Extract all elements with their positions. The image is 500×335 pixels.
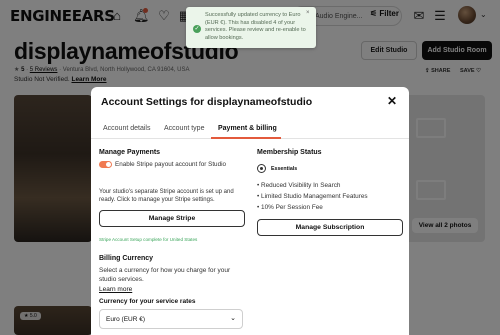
chevron-down-icon: ⌄ bbox=[230, 315, 236, 322]
success-toast: ✓ Successfully updated currency to Euro … bbox=[186, 7, 316, 48]
currency-select-label: Currency for your service rates bbox=[99, 298, 196, 305]
manage-subscription-button[interactable]: Manage Subscription bbox=[257, 219, 403, 236]
stripe-setup-status: Stripe Account Setup complete for United… bbox=[99, 237, 198, 242]
manage-payments-heading: Manage Payments bbox=[99, 149, 161, 156]
settings-tabs: Account details Account type Payment & b… bbox=[91, 121, 409, 139]
billing-currency-heading: Billing Currency bbox=[99, 255, 154, 262]
tab-account-type[interactable]: Account type bbox=[164, 125, 204, 132]
toast-message: Successfully updated currency to Euro (E… bbox=[205, 12, 306, 41]
membership-feature-item: • 10% Per Session Fee bbox=[257, 204, 323, 211]
membership-feature-item: • Reduced Visibility In Search bbox=[257, 182, 341, 189]
membership-feature-text: 10% Per Session Fee bbox=[261, 204, 323, 211]
billing-currency-description: Select a currency for how you charge for… bbox=[99, 267, 231, 283]
close-icon[interactable]: ✕ bbox=[385, 94, 399, 108]
account-settings-modal: Account Settings for displaynameofstudio… bbox=[91, 87, 409, 335]
currency-select[interactable]: Euro (EUR €) ⌄ bbox=[99, 309, 243, 329]
check-icon: ✓ bbox=[193, 25, 201, 33]
modal-title: Account Settings for displaynameofstudio bbox=[101, 96, 313, 108]
membership-feature-text: Reduced Visibility In Search bbox=[261, 182, 341, 189]
membership-badge-icon bbox=[257, 164, 266, 173]
membership-feature-text: Limited Studio Management Features bbox=[261, 193, 368, 200]
membership-plan-label: Essentials bbox=[271, 166, 298, 172]
stripe-payout-toggle[interactable] bbox=[99, 161, 112, 168]
manage-stripe-button[interactable]: Manage Stripe bbox=[99, 210, 245, 227]
membership-status-heading: Membership Status bbox=[257, 149, 322, 156]
stripe-description: Your studio's separate Stripe account is… bbox=[99, 189, 234, 203]
stripe-toggle-label: Enable Stripe payout account for Studio bbox=[115, 161, 226, 168]
currency-selected-value: Euro (EUR €) bbox=[106, 316, 146, 323]
toast-close-icon[interactable]: × bbox=[306, 10, 310, 16]
membership-feature-item: • Limited Studio Management Features bbox=[257, 193, 368, 200]
currency-learn-more-link[interactable]: Learn more bbox=[99, 286, 132, 293]
tab-account-details[interactable]: Account details bbox=[103, 125, 150, 132]
active-tab-indicator bbox=[211, 137, 281, 139]
tab-payment-billing[interactable]: Payment & billing bbox=[218, 125, 277, 132]
